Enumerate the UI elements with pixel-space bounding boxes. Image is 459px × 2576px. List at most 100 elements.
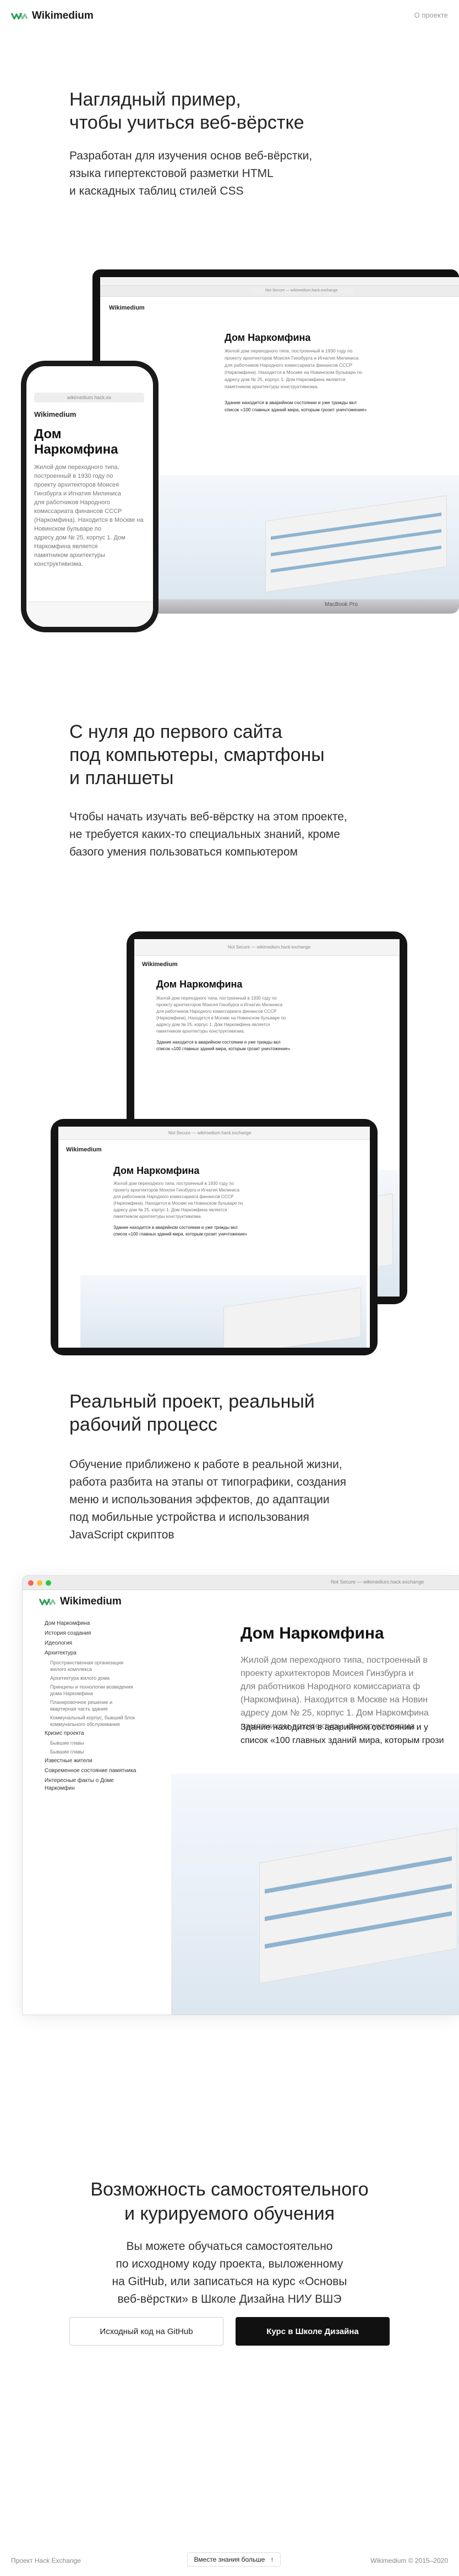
tablet-article-text: Жилой дом переходного типа, построенный … [156, 995, 286, 1035]
building-photo [171, 1774, 459, 2015]
tablet-article-note: Здание находится в аварийном состоянии и… [156, 1039, 290, 1052]
phone-mockup: wikimedium.hack.ex Wikimedium Дом Нарком… [21, 361, 159, 632]
sidebar-menu-item[interactable]: Архитектура [45, 1650, 138, 1657]
section3-title-line: рабочий процесс [69, 1414, 217, 1435]
laptop-browser-bar: Not Secure — wikimedium.hack.exchange [100, 286, 459, 297]
section4-lead: Вы можете обучаться самостоятельно по ис… [0, 2238, 459, 2308]
text-line: (Наркомфина). Находится в Москве на Нови… [225, 369, 363, 375]
tablet-site-name: Wikimedium [142, 961, 178, 968]
sidebar-menu-item[interactable]: История создания [45, 1630, 138, 1637]
section1-lead: Разработан для изучения основ веб-вёрстк… [69, 147, 400, 200]
section3-lead-line: под мобильные устройства и использования [69, 1511, 309, 1524]
sidebar-menu-item[interactable]: Бывшие главы [45, 1740, 138, 1746]
text-line: Здание находится в аварийном состоянии и… [156, 1040, 281, 1045]
browser-title-bar: Not Secure — wikimedium.hack.exchange [23, 1576, 459, 1590]
tablet-article-text: Жилой дом переходного типа, построенный … [113, 1181, 243, 1220]
text-line: проекту архитекторов Моисея Гинзбурга и [241, 1669, 414, 1678]
tablet-landscape-mockup: Not Secure — wikimedium.hack.exchange Wi… [51, 1119, 378, 1355]
sidebar-menu-item[interactable]: Известные жители [45, 1757, 138, 1765]
section1-lead-line: Разработан для изучения основ веб-вёрстк… [69, 150, 313, 162]
sidebar-menu-item[interactable]: Коммунальный корпус, бывший блок коммуна… [45, 1714, 138, 1728]
section3-title-line: Реальный проект, реальный [69, 1391, 315, 1412]
text-line: Жилой дом переходного типа, построенный … [113, 1181, 234, 1186]
tablet-article-title: Дом Наркомфина [113, 1165, 200, 1176]
tablet-url: Not Secure — wikimedium.hack.exchange [228, 945, 311, 950]
macbook-label: MacBook Pro [325, 602, 358, 608]
text-line: адресу дом № 25, корпус 1. Дом Наркомфин… [225, 377, 346, 382]
section4-lead-line: Вы можете обучаться самостоятельно [126, 2240, 333, 2253]
text-line: памятником архитектуры конструктивизма. [225, 384, 319, 389]
top-bar: Wikimedium О проекте [0, 0, 459, 36]
section3-lead-line: Обучение приближено к работе в реальной … [69, 1458, 342, 1471]
text-line: для работников Народного комиссариата фи… [34, 499, 122, 515]
tablet-article-title: Дом Наркомфина [156, 979, 243, 990]
sidebar-menu-item[interactable]: Идеология [45, 1640, 138, 1647]
text-line: проекту архитекторов Моисея Гинзбурга и … [34, 482, 121, 497]
footer-center-button[interactable]: Вместе знания больше ↑ [187, 2552, 281, 2567]
sidebar-menu-item[interactable]: Принципы и технологии возведения дома На… [45, 1684, 138, 1697]
logo-text: Wikimedium [32, 10, 94, 21]
section4-lead-line: на GitHub, или записаться на курс «Основ… [112, 2275, 347, 2288]
section2-lead-line: Чтобы начать изучать веб-вёрстку на этом… [69, 810, 347, 823]
browser-site-logo: Wikimedium [39, 1596, 122, 1608]
phone-article-title: Дом Наркомфина [34, 427, 118, 457]
sidebar-menu-item[interactable]: Бывшие главы [45, 1748, 138, 1755]
text-line: адресу дом № 25, корпус 1. Дом Наркомфин… [241, 1708, 429, 1718]
text-line: для работников Народного комиссариата фи… [113, 1194, 234, 1199]
text-line: адресу дом № 25, корпус 1. Дом Наркомфин… [34, 534, 125, 550]
laptop-article-title: Дом Наркомфина [225, 332, 311, 343]
text-line: список «100 главных зданий мира, которым… [156, 1046, 291, 1051]
text-line: проекту архитекторов Моисея Гинзбурга и … [113, 1188, 240, 1193]
section1-lead-line: и каскадных таблиц стилей CSS [69, 185, 244, 197]
maximize-dot-icon [46, 1580, 51, 1586]
text-line: проекту архитекторов Моисея Гинзбурга и … [225, 355, 359, 361]
section3-lead-line: работа разбита на этапы от типографики, … [69, 1476, 347, 1488]
text-line: памятником архитектуры конструктивизма. [156, 1029, 245, 1034]
text-line: список «100 главных зданий мира, которым… [225, 407, 367, 412]
text-line: (Наркомфина). Находится в Москве на Нови… [156, 1016, 286, 1021]
section1-lead-line: языка гипертекстовой разметки HTML [69, 167, 274, 180]
text-line: памятником архитектуры конструктивизма. [113, 1214, 202, 1219]
sidebar-menu-item[interactable]: Пространственная организация жилого комп… [45, 1659, 138, 1673]
section3-lead: Обучение приближено к работе в реальной … [69, 1456, 400, 1544]
close-dot-icon [28, 1580, 34, 1586]
text-line: Жилой дом переходного типа, построенный … [34, 464, 119, 479]
section2-title-line: под компьютеры, смартфоны [69, 744, 325, 765]
site-logo[interactable]: Wikimedium [11, 10, 94, 22]
laptop-site-name: Wikimedium [109, 305, 145, 311]
sidebar-menu-item[interactable]: Планировочное решение и квартирная часть… [45, 1699, 138, 1712]
text-line: Здание находится в аварийном состоянии и… [241, 1723, 428, 1732]
text-line: (Наркомфина). Находится в Москве на Нови… [241, 1695, 428, 1705]
text-line: Жилой дом переходного типа, построенный … [241, 1656, 428, 1665]
footer-project-link[interactable]: Проект Hack Exchange [11, 2557, 81, 2564]
about-link[interactable]: О проекте [414, 11, 448, 19]
section2-title-line: и планшеты [69, 768, 174, 788]
sidebar-menu-item[interactable]: Кризис проекта [45, 1730, 138, 1737]
sidebar-menu-item[interactable]: Архитектура жилого дома [45, 1675, 138, 1681]
sidebar-menu-item[interactable]: Интересные факты о Доме Наркомфин [45, 1777, 138, 1792]
footer-copyright: Wikimedium © 2015–2020 [370, 2557, 448, 2564]
text-line: адресу дом № 25, корпус 1. Дом Наркомфин… [113, 1207, 227, 1212]
text-line: (Наркомфина). Находится в Москве на Нови… [113, 1201, 243, 1206]
section2-lead-line: базого умения пользоваться компьютером [69, 846, 298, 858]
building-photo [80, 1275, 367, 1348]
browser-sidebar-menu: Дом Наркомфина История создания Идеология А… [45, 1620, 138, 1795]
github-source-button[interactable]: Исходный код на GitHub [69, 2317, 223, 2346]
text-line: для работников Народного комиссариата ф [241, 1682, 420, 1691]
section1-title-line: чтобы учиться веб-вёрстке [69, 112, 304, 133]
building-shape [223, 1287, 361, 1348]
text-line: Жилой дом переходного типа, построенный … [225, 348, 353, 354]
phone-url: wikimedium.hack.ex [34, 393, 144, 402]
text-line: Здание находится в аварийном состоянии и… [225, 400, 357, 405]
text-line: Здание находится в аварийном состоянии и… [113, 1225, 238, 1230]
footer-center-label: Вместе знания больше [194, 2556, 265, 2563]
design-school-course-button[interactable]: Курс в Школе Дизайна [236, 2317, 390, 2346]
text-line: список «100 главных зданий мира, которым… [113, 1232, 248, 1237]
section3-title: Реальный проект, реальный рабочий процес… [69, 1390, 400, 1436]
text-line: адресу дом № 25, корпус 1. Дом Наркомфин… [156, 1022, 270, 1027]
sidebar-menu-item[interactable]: Современное состояние памятника [45, 1767, 138, 1775]
text-line: проекту архитекторов Моисея Гинзбурга и … [156, 1002, 283, 1007]
sidebar-menu-item[interactable]: Дом Наркомфина [45, 1620, 138, 1628]
laptop-url: Not Secure — wikimedium.hack.exchange [249, 288, 354, 293]
section2-title: С нуля до первого сайта под компьютеры, … [69, 720, 400, 790]
